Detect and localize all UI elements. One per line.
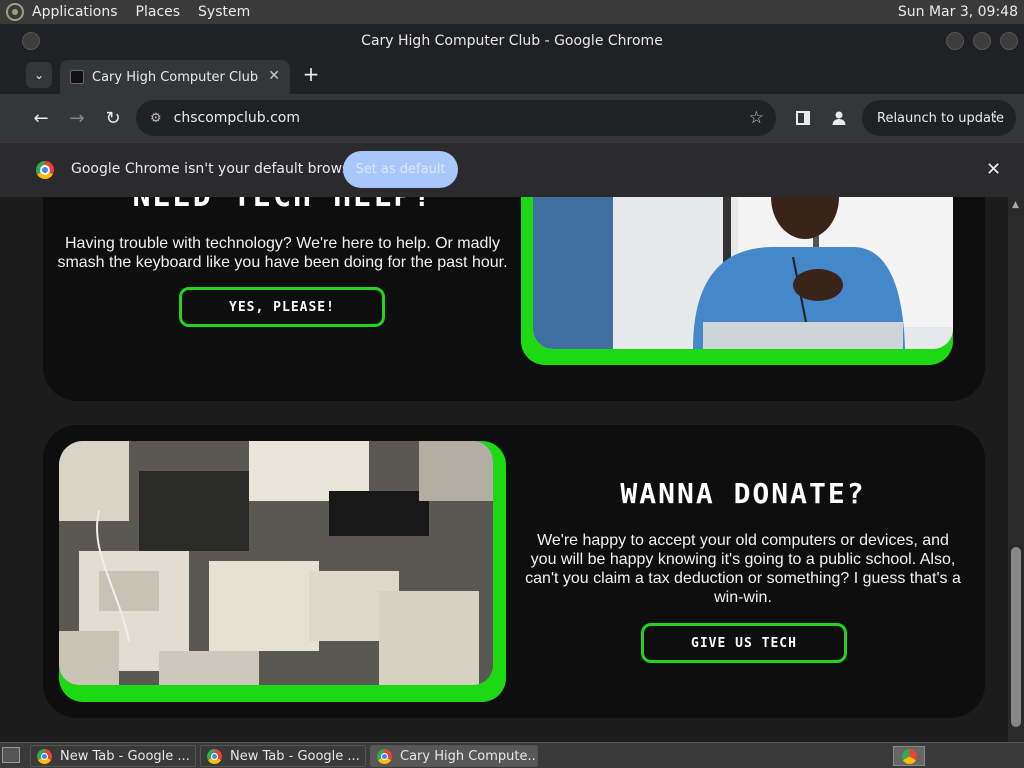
infobar-close-icon[interactable]: ✕	[986, 159, 1001, 180]
close-window-icon[interactable]	[1000, 32, 1018, 50]
donate-card: WANNA DONATE? We're happy to accept your…	[43, 425, 985, 718]
taskbar-item-label: New Tab - Google ...	[230, 748, 360, 764]
default-browser-infobar: Google Chrome isn't your default browser…	[0, 142, 1024, 196]
relaunch-label: Relaunch to update	[877, 110, 1005, 126]
menu-applications[interactable]: Applications	[32, 4, 118, 20]
tab-cary-high[interactable]: Cary High Computer Club ✕	[60, 60, 290, 94]
maximize-icon[interactable]	[973, 32, 991, 50]
new-tab-button[interactable]: +	[300, 64, 322, 86]
forward-button[interactable]: →	[65, 106, 89, 130]
set-as-default-button[interactable]: Set as default	[343, 151, 458, 188]
tune-icon[interactable]: ⚙	[150, 111, 162, 126]
taskbar-item-label: New Tab - Google ...	[60, 748, 190, 764]
taskbar-item-new-tab-2[interactable]: New Tab - Google ...	[200, 745, 366, 767]
profile-icon[interactable]	[827, 106, 851, 130]
taskbar-item-cary-high[interactable]: Cary High Compute...	[370, 745, 538, 767]
bookmark-star-icon[interactable]: ☆	[749, 108, 764, 128]
desktop-taskbar: New Tab - Google ... New Tab - Google ..…	[0, 742, 1024, 768]
relaunch-to-update-button[interactable]: Relaunch to update ⋮	[862, 100, 1016, 136]
give-us-tech-button[interactable]: GIVE US TECH	[641, 623, 847, 663]
tech-help-text: Having trouble with technology? We're he…	[57, 235, 508, 271]
side-panel-icon[interactable]	[791, 106, 815, 130]
scroll-up-icon[interactable]: ▲	[1012, 200, 1019, 210]
tech-help-photo	[533, 197, 953, 349]
reload-button[interactable]: ↻	[101, 106, 125, 130]
site-favicon-icon	[70, 70, 84, 84]
scrollbar-thumb[interactable]	[1011, 547, 1021, 727]
menu-places[interactable]: Places	[136, 4, 181, 20]
chrome-menu-icon[interactable]: ⋮	[988, 109, 1002, 125]
tab-title: Cary High Computer Club	[92, 69, 259, 85]
chrome-icon	[901, 748, 917, 764]
page-viewport[interactable]: NEED TECH HELP? Having trouble with tech…	[0, 197, 1008, 742]
chrome-icon	[377, 748, 392, 764]
infobar-message: Google Chrome isn't your default browser	[71, 161, 364, 177]
donate-text: We're happy to accept your old computers…	[525, 532, 961, 606]
chrome-icon	[207, 748, 222, 764]
menu-system[interactable]: System	[198, 4, 250, 20]
donate-title: WANNA DONATE?	[620, 477, 866, 510]
tab-strip: ⌄ Cary High Computer Club ✕ +	[0, 58, 1024, 94]
taskbar-item-new-tab-1[interactable]: New Tab - Google ...	[30, 745, 196, 767]
panel-clock[interactable]: Sun Mar 3, 09:48	[898, 4, 1018, 20]
chrome-icon	[37, 748, 52, 764]
window-menu-icon[interactable]	[22, 32, 40, 50]
address-bar[interactable]: ⚙ chscompclub.com ☆	[136, 100, 776, 136]
window-titlebar[interactable]: Cary High Computer Club - Google Chrome	[0, 24, 1024, 58]
browser-toolbar: ← → ↻ ⚙ chscompclub.com ☆ Relaunch to up…	[0, 94, 1024, 142]
tech-help-title: NEED TECH HELP?	[113, 197, 453, 214]
tab-close-icon[interactable]: ✕	[268, 68, 280, 84]
window-title: Cary High Computer Club - Google Chrome	[361, 33, 663, 49]
tech-help-card: NEED TECH HELP? Having trouble with tech…	[43, 197, 985, 401]
address-url[interactable]: chscompclub.com	[174, 110, 300, 126]
donate-photo-frame	[59, 441, 506, 702]
taskbar-item-label: Cary High Compute...	[400, 748, 538, 764]
page-scrollbar[interactable]: ▲	[1008, 197, 1024, 742]
yes-please-button[interactable]: YES, PLEASE!	[179, 287, 385, 327]
chrome-icon	[36, 161, 54, 179]
show-desktop-icon[interactable]	[2, 747, 20, 763]
tray-chrome-icon[interactable]	[893, 746, 925, 766]
donate-photo	[59, 441, 493, 685]
tab-search-button[interactable]: ⌄	[26, 62, 52, 88]
back-button[interactable]: ←	[29, 106, 53, 130]
desktop-top-panel: Applications Places System Sun Mar 3, 09…	[0, 0, 1024, 24]
distro-logo-icon[interactable]	[6, 3, 24, 21]
minimize-icon[interactable]	[946, 32, 964, 50]
tech-help-photo-frame	[521, 197, 953, 365]
